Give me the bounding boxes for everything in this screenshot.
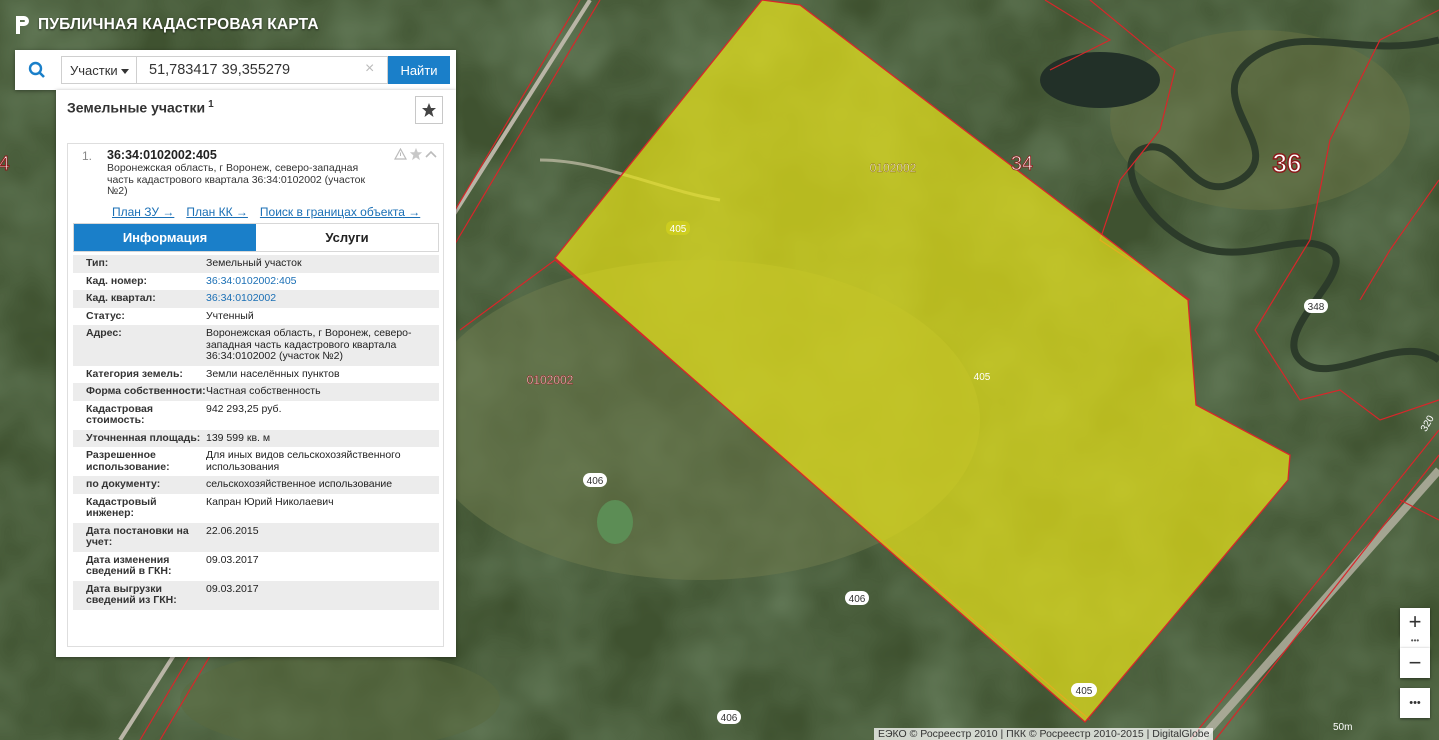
info-value[interactable]: 36:34:0102002:405 — [206, 275, 439, 288]
search-button[interactable]: Найти — [388, 56, 450, 84]
search-bar: Участки × Найти — [15, 50, 456, 90]
info-key: Кад. номер: — [86, 274, 148, 287]
info-key: Кадастровый инженер: — [86, 495, 157, 519]
info-value: Земельный участок — [206, 257, 302, 269]
search-input[interactable] — [136, 56, 388, 84]
info-row: по документу: сельскохозяйственное исполь… — [73, 476, 439, 494]
zoom-slider[interactable]: ••• — [1400, 636, 1430, 648]
more-options-button[interactable]: ••• — [1400, 688, 1430, 718]
parcel-label-348: 348 — [1308, 302, 1325, 313]
info-value: 09.03.2017 — [206, 582, 259, 595]
result-address: Воронежская область, г Воронеж, северо-з… — [107, 162, 366, 197]
info-row: Тип: Земельный участок — [73, 255, 439, 273]
info-key: Разрешенное использование: — [86, 449, 170, 473]
star-icon[interactable] — [409, 147, 423, 161]
info-key: Форма собственности: — [86, 385, 206, 397]
info-row: Кадастровая стоимость: 942 293,25 руб. — [73, 401, 439, 430]
chevron-down-icon — [121, 69, 129, 74]
info-row: Кад. номер: 36:34:0102002:405 — [73, 273, 439, 291]
info-value: 942 293,25 руб. — [206, 402, 282, 415]
info-row: Разрешенное использование: Для иных видов… — [73, 447, 439, 476]
clear-icon[interactable]: × — [365, 60, 374, 78]
info-key: Уточненная площадь: — [86, 431, 201, 444]
card-links: План ЗУ → План КК → Поиск в границах объ… — [112, 205, 420, 219]
card-actions — [394, 147, 437, 161]
result-count: 1 — [208, 99, 214, 110]
zoom-out-button[interactable]: − — [1400, 648, 1430, 678]
card-tabs: Информация Услуги — [73, 223, 439, 252]
info-row: Дата постановки на учет: 22.06.2015 — [73, 522, 439, 552]
info-value: 139 599 кв. м — [206, 431, 271, 444]
favorites-button[interactable] — [415, 96, 443, 124]
info-key: Дата постановки на учет: — [86, 524, 189, 548]
info-value: сельскохозяйственное использование — [206, 478, 393, 490]
lake — [1040, 52, 1160, 108]
quarter-label: 0102002 — [870, 161, 917, 175]
info-key: Кад. квартал: — [86, 292, 156, 304]
info-value: Частная собственность — [206, 385, 321, 397]
tab-information[interactable]: Информация — [74, 224, 256, 251]
app-title: ПУБЛИЧНАЯ КАДАСТРОВАЯ КАРТА — [38, 16, 319, 33]
map-attribution: ЕЭКО © Росреестр 2010 | ПКК © Росреестр … — [874, 728, 1214, 740]
info-value: Учтенный — [206, 309, 254, 322]
parcel-label-406-b: 406 — [849, 594, 866, 605]
tab-services[interactable]: Услуги — [256, 224, 438, 251]
info-row: Кад. квартал: 36:34:0102002 — [73, 290, 439, 308]
info-row: Уточненная площадь: 139 599 кв. м — [73, 429, 439, 447]
zoom-in-button[interactable]: + — [1400, 608, 1430, 636]
search-icon[interactable] — [15, 50, 59, 90]
parcel-label-405-bottom: 405 — [1076, 686, 1093, 697]
search-type-label: Участки — [70, 62, 118, 78]
parcel-label-406: 406 — [587, 476, 604, 487]
info-row: Дата изменения сведений в ГКН: 09.03.2017 — [73, 552, 439, 581]
district-label: 34 — [1011, 153, 1033, 175]
parcel-label-405-center: 405 — [974, 372, 991, 383]
search-type-dropdown[interactable]: Участки — [61, 56, 137, 84]
info-key: Дата выгрузки сведений из ГКН: — [86, 582, 177, 606]
info-key: по документу: — [86, 478, 161, 490]
plan-kk-link[interactable]: План КК → — [186, 205, 248, 219]
parcel-label-406-c: 406 — [721, 713, 738, 724]
info-row: Статус: Учтенный — [73, 308, 439, 326]
info-value: 22.06.2015 — [206, 524, 259, 537]
info-value: Земли населённых пунктов — [206, 367, 340, 380]
info-key: Дата изменения сведений в ГКН: — [86, 553, 172, 577]
parcel-label-405: 405 — [670, 224, 687, 235]
result-card: 1. 36:34:0102002:405 Воронежская область… — [67, 143, 444, 647]
info-value: Капран Юрий Николаевич — [206, 495, 334, 508]
info-row: Категория земель: Земли населённых пункто… — [73, 366, 439, 384]
region-edge-label: 4 — [0, 153, 10, 175]
info-key: Кадастровая стоимость: — [86, 402, 153, 426]
info-key: Категория земель: — [86, 367, 183, 380]
plan-zu-link[interactable]: План ЗУ → — [112, 205, 174, 219]
rosreestr-logo-icon — [16, 16, 29, 34]
info-value: Воронежская область, г Воронеж, северо-з… — [206, 327, 412, 362]
scale-label: 50m — [1333, 722, 1353, 733]
info-key: Статус: — [86, 309, 125, 322]
info-row: Адрес: Воронежская область, г Воронеж, се… — [73, 325, 439, 366]
info-value: 09.03.2017 — [206, 553, 259, 566]
quarter-label-side: 0102002 — [527, 373, 574, 387]
warning-icon[interactable] — [394, 148, 407, 160]
info-table: Тип: Земельный участок Кад. номер: 36:34:01… — [73, 255, 439, 610]
info-key: Тип: — [86, 257, 109, 269]
info-key: Адрес: — [86, 327, 122, 339]
chevron-up-icon[interactable] — [425, 149, 437, 159]
info-row: Кадастровый инженер: Капран Юрий Николаев… — [73, 494, 439, 523]
app-header: ПУБЛИЧНАЯ КАДАСТРОВАЯ КАРТА — [14, 14, 319, 36]
info-row: Форма собственности: Частная собственност… — [73, 383, 439, 401]
info-row: Дата выгрузки сведений из ГКН: 09.03.2017 — [73, 580, 439, 610]
region-label: 36 — [1273, 148, 1302, 178]
info-value[interactable]: 36:34:0102002 — [206, 292, 439, 305]
info-value: Для иных видов сельскохозяйственного исп… — [206, 449, 401, 473]
result-index: 1. — [82, 149, 93, 163]
star-icon — [422, 103, 436, 117]
panel-title: Земельные участки 1 — [67, 99, 214, 116]
search-in-bounds-link[interactable]: Поиск в границах объекта → — [260, 205, 420, 219]
cadastral-number-title[interactable]: 36:34:0102002:405 — [107, 148, 217, 162]
results-panel: Земельные участки 1 1. 36:34:0102002:405 … — [56, 90, 456, 657]
